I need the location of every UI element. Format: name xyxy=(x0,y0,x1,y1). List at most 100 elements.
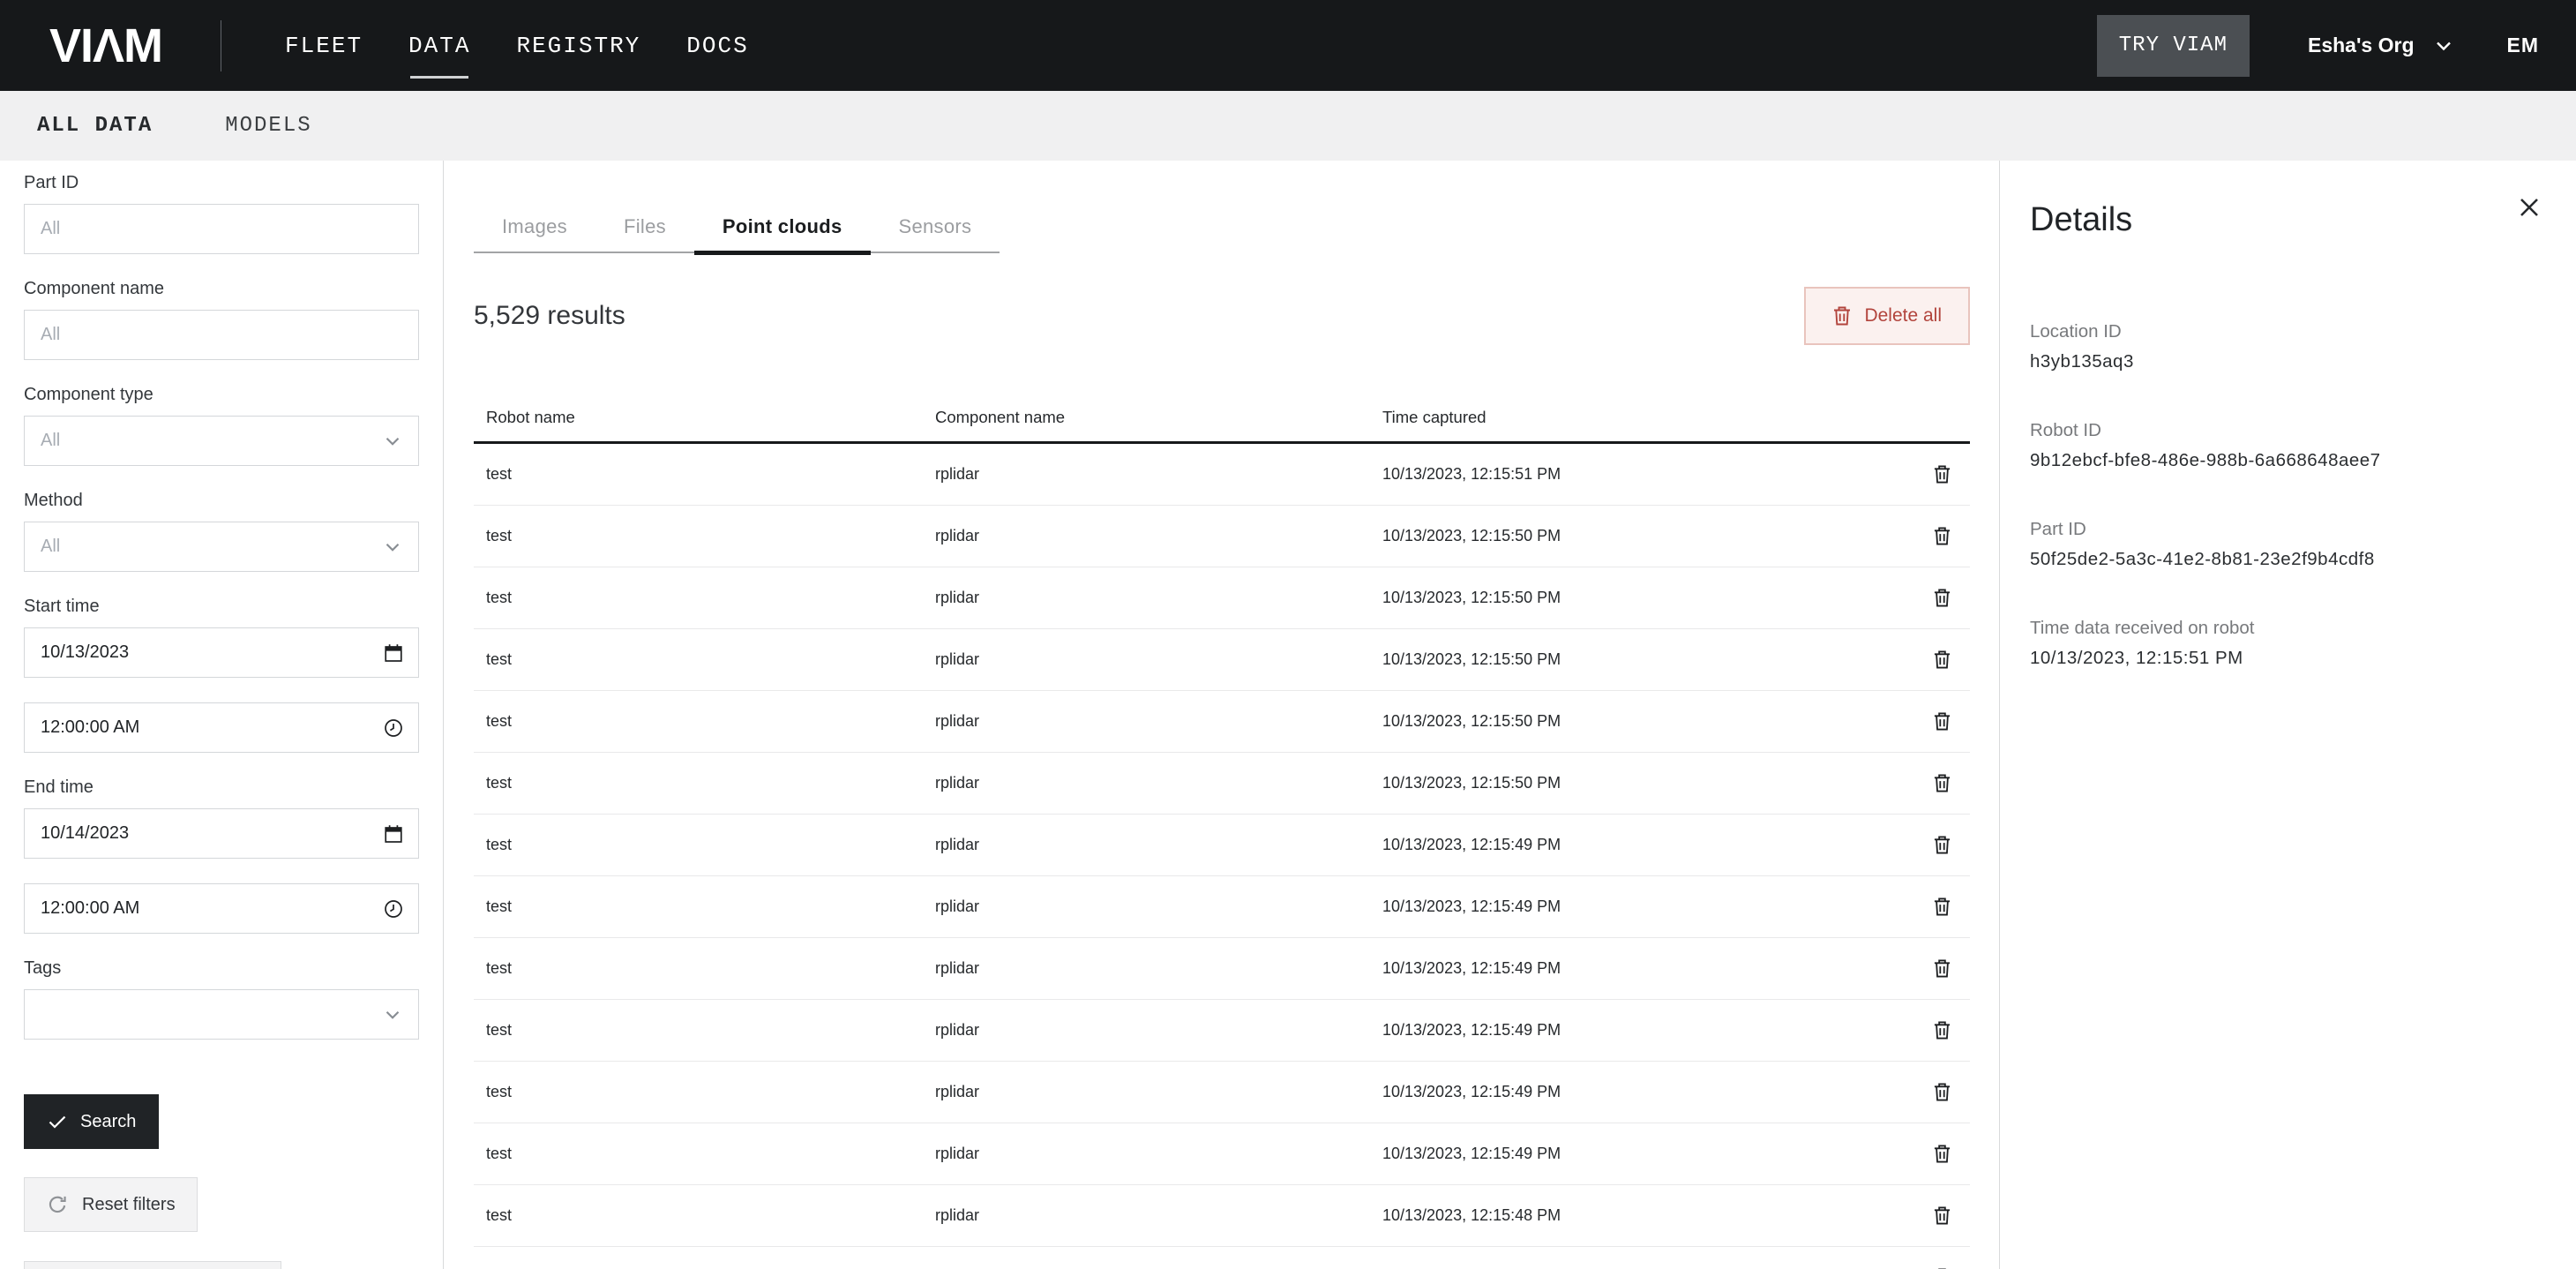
nav-link-registry[interactable]: REGISTRY xyxy=(516,26,640,66)
delete-row-button[interactable] xyxy=(1924,1075,1959,1110)
tab-sensors[interactable]: Sensors xyxy=(871,201,1000,252)
tab-images[interactable]: Images xyxy=(474,201,595,252)
data-main-panel: Images Files Point clouds Sensors 5,529 … xyxy=(444,161,1999,1269)
detail-value: 50f25de2-5a3c-41e2-8b81-23e2f9b4cdf8 xyxy=(2030,549,2541,570)
method-select[interactable]: All xyxy=(24,522,419,572)
table-row[interactable]: test rplidar 10/13/2023, 12:15:50 PM xyxy=(474,567,1970,629)
clock-icon xyxy=(383,898,404,920)
table-row[interactable]: test rplidar 10/13/2023, 12:15:49 PM xyxy=(474,1000,1970,1062)
start-time-input[interactable]: 12:00:00 AM xyxy=(24,702,419,753)
cell-component-name: rplidar xyxy=(935,1083,1382,1101)
start-date-input[interactable]: 10/13/2023 xyxy=(24,627,419,678)
trash-icon xyxy=(1933,588,1951,608)
table-row[interactable]: test rplidar 10/13/2023, 12:15:50 PM xyxy=(474,629,1970,691)
trash-icon xyxy=(1933,1082,1951,1102)
detail-label: Robot ID xyxy=(2030,420,2541,441)
delete-row-button[interactable] xyxy=(1924,1198,1959,1234)
calendar-icon xyxy=(383,823,404,845)
trash-icon xyxy=(1933,835,1951,855)
end-date-input[interactable]: 10/14/2023 xyxy=(24,808,419,859)
table-row[interactable]: test rplidar 10/13/2023, 12:15:51 PM xyxy=(474,444,1970,506)
component-type-select[interactable]: All xyxy=(24,416,419,466)
delete-row-button[interactable] xyxy=(1924,457,1959,492)
org-menu[interactable]: Esha's Org xyxy=(2308,34,2454,57)
cell-robot-name: test xyxy=(486,897,935,916)
user-avatar-initials[interactable]: EM xyxy=(2507,34,2540,57)
tab-files[interactable]: Files xyxy=(595,201,694,252)
nav-link-data[interactable]: DATA xyxy=(408,26,470,66)
details-title: Details xyxy=(2030,199,2541,240)
delete-row-button[interactable] xyxy=(1924,704,1959,740)
delete-row-button[interactable] xyxy=(1924,642,1959,678)
table-header: Robot name Component name Time captured xyxy=(474,388,1970,444)
copy-export-command-button[interactable]: Copy export command xyxy=(24,1261,281,1269)
delete-row-button[interactable] xyxy=(1924,1260,1959,1269)
delete-row-button[interactable] xyxy=(1924,890,1959,925)
detail-field-time-received: Time data received on robot 10/13/2023, … xyxy=(2030,618,2541,669)
reset-filters-button[interactable]: Reset filters xyxy=(24,1177,198,1232)
nav-link-fleet[interactable]: FLEET xyxy=(285,26,363,66)
table-row[interactable]: test rplidar 10/13/2023, 12:15:50 PM xyxy=(474,506,1970,567)
trash-icon xyxy=(1933,897,1951,917)
trash-icon xyxy=(1933,526,1951,546)
try-viam-button[interactable]: TRY VIAM xyxy=(2097,15,2250,77)
tab-all-data[interactable]: ALL DATA xyxy=(37,114,153,138)
search-button-label: Search xyxy=(80,1112,136,1132)
delete-all-button[interactable]: Delete all xyxy=(1804,287,1970,345)
cell-time-captured: 10/13/2023, 12:15:50 PM xyxy=(1382,527,1913,545)
table-row[interactable]: test rplidar 10/13/2023, 12:15:49 PM xyxy=(474,815,1970,876)
table-row[interactable]: test rplidar 10/13/2023, 12:15:49 PM xyxy=(474,1062,1970,1123)
cell-robot-name: test xyxy=(486,1145,935,1163)
cell-time-captured: 10/13/2023, 12:15:48 PM xyxy=(1382,1206,1913,1225)
table-row[interactable]: test rplidar 10/13/2023, 12:15:48 PM xyxy=(474,1185,1970,1247)
delete-row-button[interactable] xyxy=(1924,1013,1959,1048)
method-value: All xyxy=(41,537,60,557)
close-icon xyxy=(2515,193,2543,222)
component-name-input[interactable] xyxy=(24,310,419,360)
column-time-captured: Time captured xyxy=(1382,408,1913,427)
cell-component-name: rplidar xyxy=(935,1021,1382,1040)
column-robot-name: Robot name xyxy=(486,408,935,427)
table-row[interactable]: test rplidar 10/13/2023, 12:15:50 PM xyxy=(474,691,1970,753)
delete-row-button[interactable] xyxy=(1924,519,1959,554)
detail-label: Part ID xyxy=(2030,519,2541,540)
trash-icon xyxy=(1933,1020,1951,1040)
cell-time-captured: 10/13/2023, 12:15:50 PM xyxy=(1382,712,1913,731)
results-header-row: 5,529 results Delete all xyxy=(474,287,1970,345)
viam-logo[interactable]: VIΛM xyxy=(49,22,162,70)
cell-component-name: rplidar xyxy=(935,774,1382,792)
trash-icon xyxy=(1933,711,1951,732)
check-icon xyxy=(47,1111,68,1132)
nav-link-docs[interactable]: DOCS xyxy=(686,26,748,66)
content-layout: Part ID Component name Component type Al… xyxy=(0,161,2576,1269)
table-row[interactable]: test rplidar 10/13/2023, 12:15:49 PM xyxy=(474,938,1970,1000)
table-row[interactable]: test rplidar 10/13/2023, 12:15:48 PM xyxy=(474,1247,1970,1269)
delete-row-button[interactable] xyxy=(1924,581,1959,616)
close-details-button[interactable] xyxy=(2512,191,2546,224)
chevron-down-icon xyxy=(381,1003,404,1026)
table-row[interactable]: test rplidar 10/13/2023, 12:15:50 PM xyxy=(474,753,1970,815)
detail-field-location-id: Location ID h3yb135aq3 xyxy=(2030,321,2541,372)
component-name-label: Component name xyxy=(24,279,419,299)
delete-row-button[interactable] xyxy=(1924,828,1959,863)
trash-icon xyxy=(1832,305,1852,327)
table-row[interactable]: test rplidar 10/13/2023, 12:15:49 PM xyxy=(474,876,1970,938)
tab-point-clouds[interactable]: Point clouds xyxy=(694,201,871,252)
cell-component-name: rplidar xyxy=(935,465,1382,484)
cell-robot-name: test xyxy=(486,527,935,545)
tab-models[interactable]: MODELS xyxy=(225,114,311,138)
end-time-input[interactable]: 12:00:00 AM xyxy=(24,883,419,934)
part-id-input[interactable] xyxy=(24,204,419,254)
table-row[interactable]: test rplidar 10/13/2023, 12:15:49 PM xyxy=(474,1123,1970,1185)
cell-time-captured: 10/13/2023, 12:15:49 PM xyxy=(1382,1083,1913,1101)
trash-icon xyxy=(1933,773,1951,793)
search-button[interactable]: Search xyxy=(24,1094,159,1149)
cell-robot-name: test xyxy=(486,1083,935,1101)
tags-select[interactable] xyxy=(24,989,419,1040)
cell-component-name: rplidar xyxy=(935,959,1382,978)
delete-row-button[interactable] xyxy=(1924,951,1959,987)
delete-row-button[interactable] xyxy=(1924,1137,1959,1172)
cell-component-name: rplidar xyxy=(935,650,1382,669)
cell-robot-name: test xyxy=(486,650,935,669)
delete-row-button[interactable] xyxy=(1924,766,1959,801)
